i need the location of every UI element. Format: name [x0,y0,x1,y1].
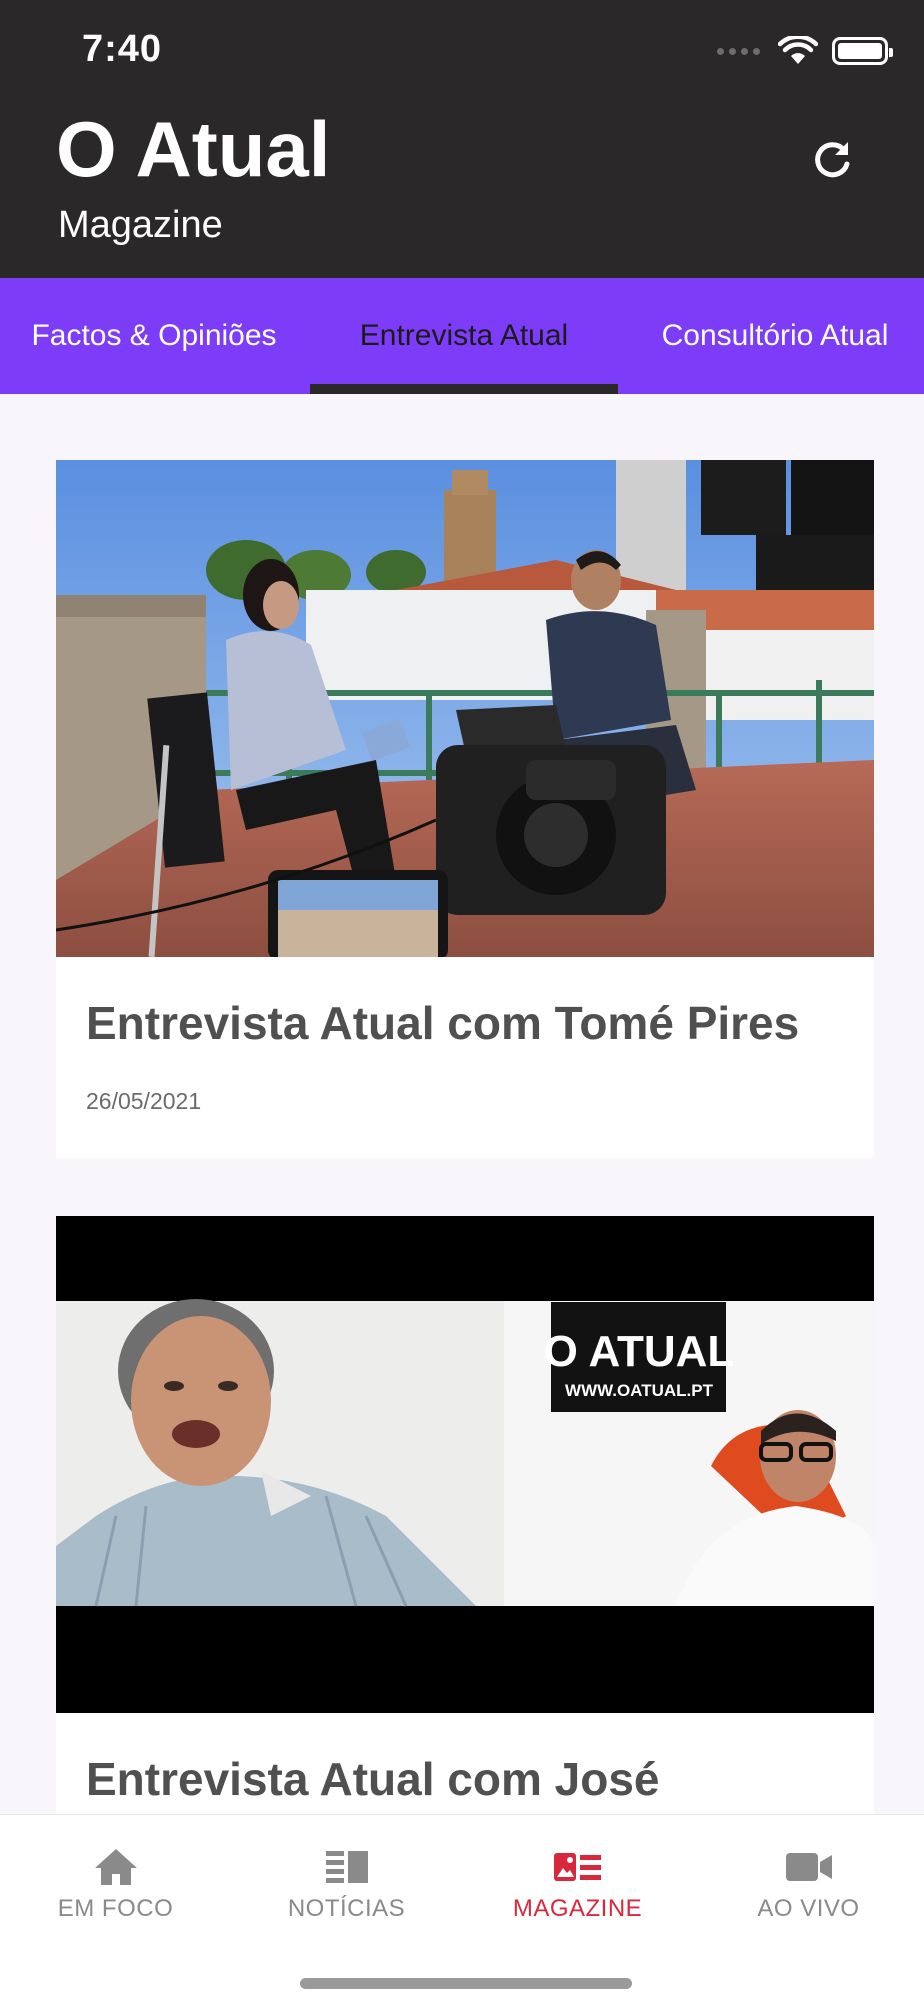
article-title[interactable]: Entrevista Atual com Tomé Pires [86,996,799,1050]
nav-label: EM FOCO [57,1895,174,1922]
tab-consultorio-atual[interactable]: Consultório Atual [620,278,924,394]
refresh-icon [815,142,850,178]
nav-label: MAGAZINE [512,1895,643,1922]
app-header: 7:40 O Atual Magazine [0,0,924,278]
nav-ao-vivo[interactable]: AO VIVO [693,1815,924,1955]
tab-factos-opinioes[interactable]: Factos & Opiniões [0,278,308,394]
status-time: 7:40 [82,28,163,70]
signal-icon [717,47,760,55]
battery-icon [832,37,893,65]
nav-noticias[interactable]: NOTÍCIAS [231,1815,462,1955]
article-feed[interactable]: Entrevista Atual com Tomé Pires 26/05/20… [0,394,924,1814]
video-camera-icon [785,1853,832,1881]
bottom-tab-bar: EM FOCO NOTÍCIAS MAGAZINE AO VIVO [0,1814,924,2000]
article-card[interactable]: O ATUAL WWW.OATUAL.PT Entrevista Atual c… [56,1216,874,1814]
app-title: O Atual [56,105,331,193]
home-indicator[interactable] [300,1978,632,1989]
logo-url: WWW.OATUAL.PT [565,1381,714,1400]
tab-label: Consultório Atual [661,319,889,352]
tab-entrevista-atual[interactable]: Entrevista Atual [310,278,618,394]
nav-em-foco[interactable]: EM FOCO [0,1815,231,1955]
home-icon [94,1849,137,1885]
nav-label: NOTÍCIAS [287,1895,406,1922]
article-thumbnail[interactable] [56,460,874,957]
tab-label: Factos & Opiniões [31,319,277,352]
nav-label: AO VIVO [757,1895,860,1922]
video-call-photo: O ATUAL WWW.OATUAL.PT [56,1216,874,1713]
nav-magazine[interactable]: MAGAZINE [462,1815,693,1955]
interview-photo [56,460,874,957]
active-tab-indicator [310,384,618,394]
refresh-button[interactable] [802,130,862,190]
tab-label: Entrevista Atual [359,319,569,352]
app-subtitle: Magazine [58,204,223,246]
status-icons [717,34,893,68]
article-title[interactable]: Entrevista Atual com José [86,1752,660,1806]
article-thumbnail[interactable]: O ATUAL WWW.OATUAL.PT [56,1216,874,1713]
category-tabs: Factos & Opiniões Entrevista Atual Consu… [0,278,924,394]
news-icon [325,1851,368,1883]
wifi-icon [778,36,818,64]
article-card[interactable]: Entrevista Atual com Tomé Pires 26/05/20… [56,460,874,1158]
logo-text: O ATUAL [544,1327,735,1376]
article-date: 26/05/2021 [86,1088,202,1114]
magazine-icon [553,1853,601,1881]
